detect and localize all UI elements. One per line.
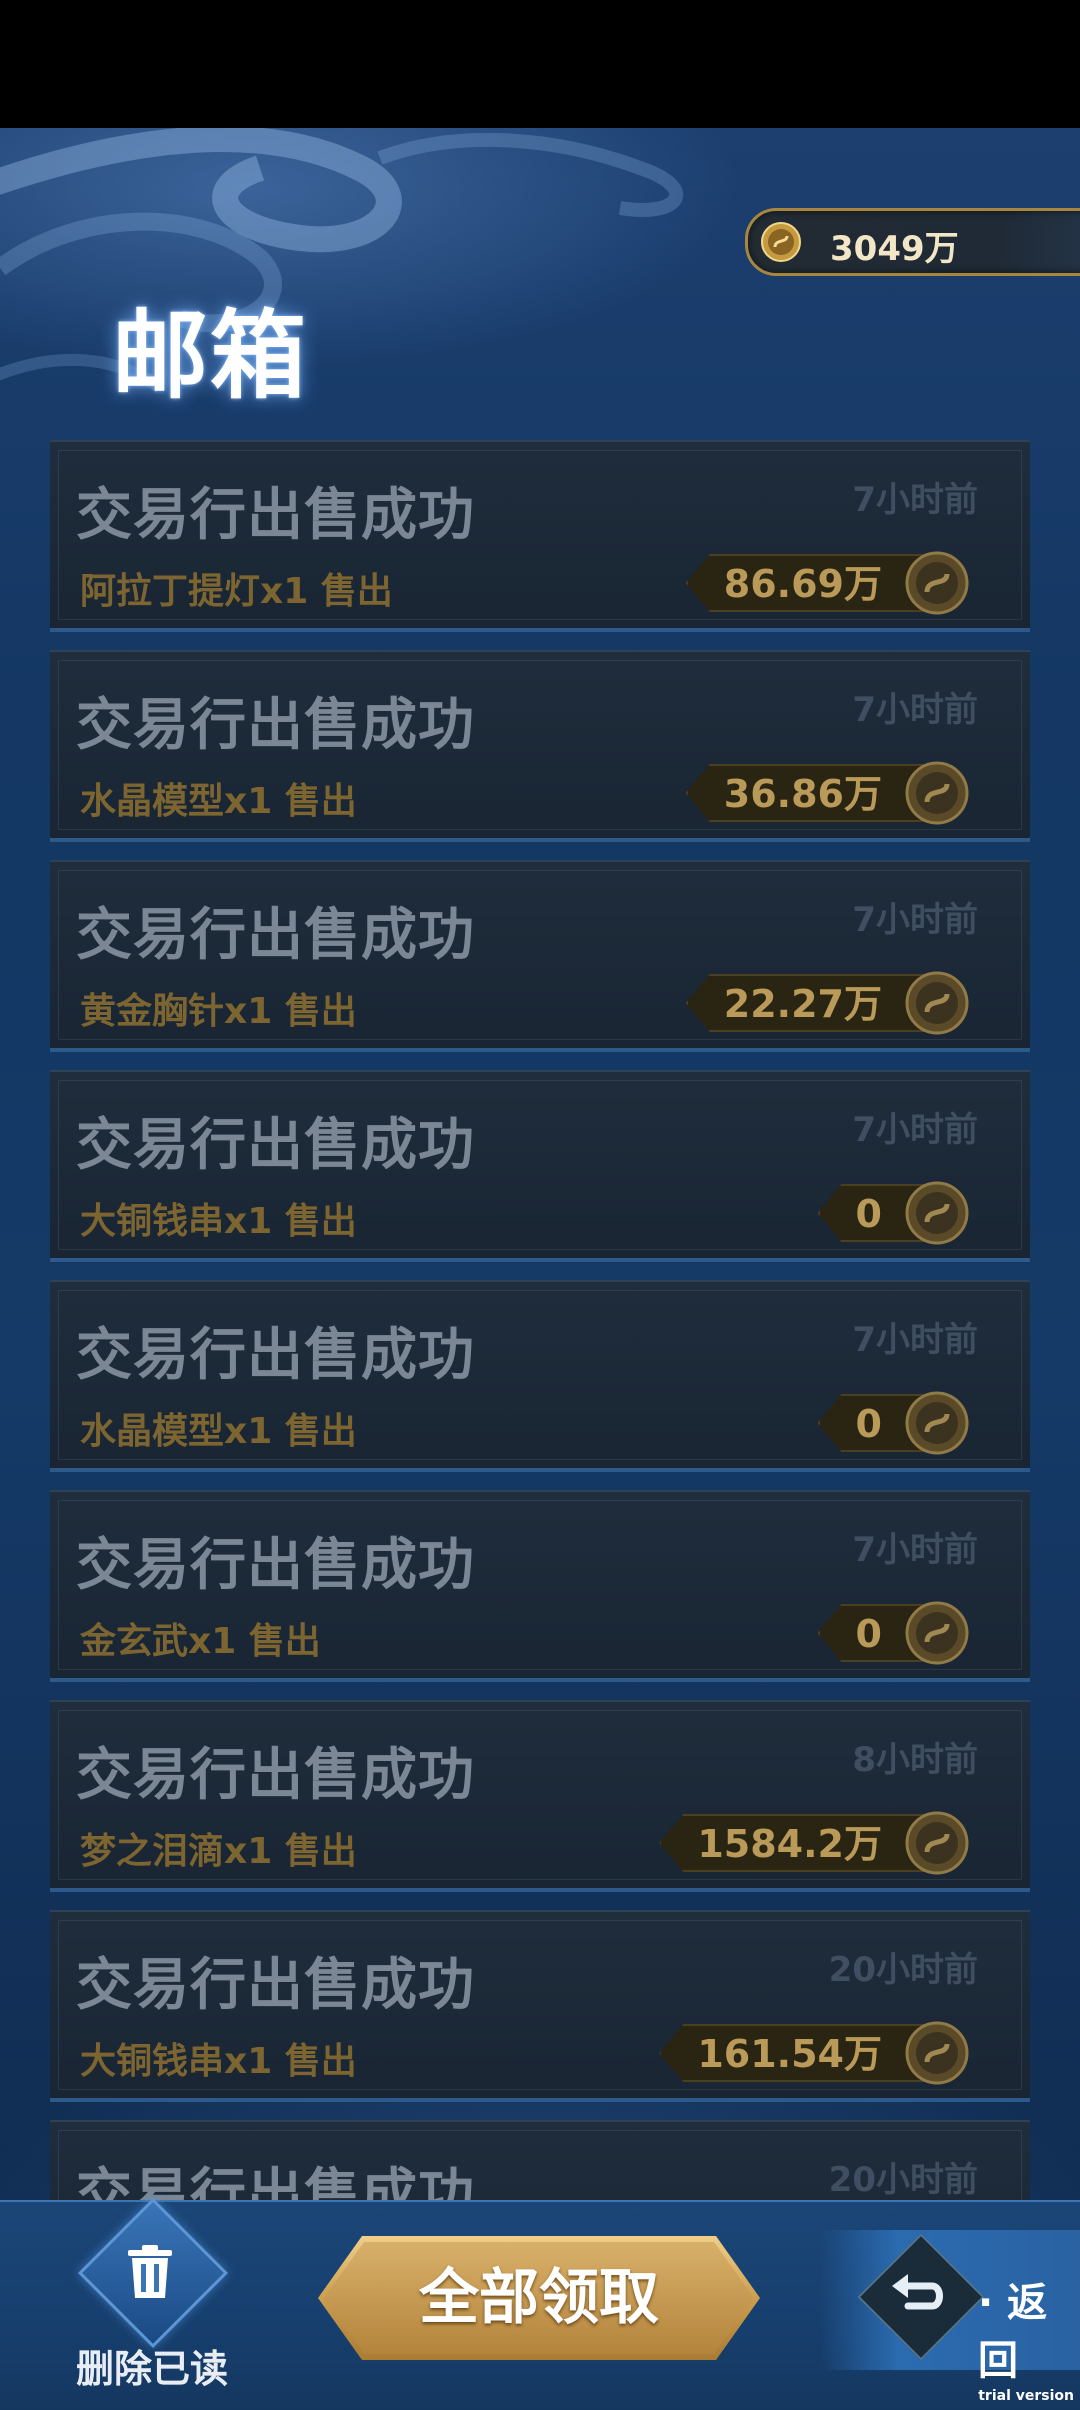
coin-icon (905, 761, 969, 825)
mail-time: 7小时前 (852, 900, 978, 940)
claim-all-button[interactable]: 全部领取 (318, 2236, 760, 2360)
mail-time: 7小时前 (852, 1530, 978, 1570)
mail-time: 20小时前 (828, 2160, 978, 2200)
mail-item[interactable]: 交易行出售成功 7小时前 黄金胸针x1 售出 22.27万 (50, 860, 1030, 1052)
mail-item[interactable]: 交易行出售成功 7小时前 大铜钱串x1 售出 0 (50, 1070, 1030, 1262)
mailbox-screen: 3049万 邮箱 交易行出售成功 7小时前 阿拉丁提灯x1 售出 86.69万 … (0, 128, 1080, 2408)
coin-icon (761, 222, 801, 262)
mail-subject: 交易行出售成功 (76, 1533, 475, 1598)
delete-read-button[interactable]: 删除已读 (60, 2198, 240, 2400)
page-title: 邮箱 (112, 300, 308, 412)
mail-time: 8小时前 (852, 1740, 978, 1780)
mail-subject: 交易行出售成功 (76, 1323, 475, 1388)
mail-item[interactable]: 交易行出售成功 7小时前 水晶模型x1 售出 0 (50, 1280, 1030, 1472)
mail-item[interactable]: 交易行出售成功 20小时前 大铜钱串x1 售出 161.54万 (50, 1910, 1030, 2102)
mail-subject: 交易行出售成功 (76, 1953, 475, 2018)
reward-amount: 1584.2万 (659, 1814, 940, 1872)
claim-all-label: 全部领取 (419, 2263, 659, 2333)
reward-amount: 22.27万 (685, 974, 940, 1032)
mail-description: 金玄武x1 售出 (80, 1621, 321, 1662)
return-arrow-icon (892, 2274, 943, 2310)
back-label: · 返回 (978, 2280, 1048, 2384)
currency-display: 3049万 (745, 208, 1080, 276)
mail-description: 黄金胸针x1 售出 (80, 991, 357, 1032)
back-button[interactable]: · 返回 (820, 2230, 1080, 2384)
coin-icon (905, 2021, 969, 2085)
delete-read-label: 删除已读 (76, 2347, 229, 2391)
mail-description: 大铜钱串x1 售出 (80, 2041, 357, 2082)
mail-item[interactable]: 交易行出售成功 7小时前 金玄武x1 售出 0 (50, 1490, 1030, 1682)
mail-subject: 交易行出售成功 (76, 1113, 475, 1178)
mail-item[interactable]: 交易行出售成功 7小时前 阿拉丁提灯x1 售出 86.69万 (50, 440, 1030, 632)
mail-subject: 交易行出售成功 (76, 903, 475, 968)
mail-item[interactable]: 交易行出售成功 7小时前 水晶模型x1 售出 36.86万 (50, 650, 1030, 842)
mail-time: 20小时前 (828, 1950, 978, 1990)
reward-amount: 161.54万 (659, 2024, 940, 2082)
mail-time: 7小时前 (852, 690, 978, 730)
coin-icon (905, 1601, 969, 1665)
mail-time: 7小时前 (852, 1110, 978, 1150)
mail-description: 水晶模型x1 售出 (80, 781, 357, 822)
coin-icon (905, 551, 969, 615)
status-bar (0, 0, 1080, 128)
mail-time: 7小时前 (852, 480, 978, 520)
coin-icon (905, 971, 969, 1035)
coin-icon (905, 1811, 969, 1875)
mail-description: 阿拉丁提灯x1 售出 (80, 571, 393, 612)
trash-icon (128, 2245, 172, 2298)
mail-description: 大铜钱串x1 售出 (80, 1201, 357, 1242)
mail-subject: 交易行出售成功 (76, 1743, 475, 1808)
trial-version-label: trial version (978, 2388, 1074, 2404)
mail-time: 7小时前 (852, 1320, 978, 1360)
mail-item[interactable]: 交易行出售成功 8小时前 梦之泪滴x1 售出 1584.2万 (50, 1700, 1030, 1892)
coin-icon (905, 1391, 969, 1455)
mail-description: 水晶模型x1 售出 (80, 1411, 357, 1452)
currency-amount: 3049万 (830, 229, 959, 269)
mail-subject: 交易行出售成功 (76, 483, 475, 548)
mail-description: 梦之泪滴x1 售出 (80, 1831, 357, 1872)
coin-icon (905, 1181, 969, 1245)
mail-list: 交易行出售成功 7小时前 阿拉丁提灯x1 售出 86.69万 交易行出售成功 7… (50, 440, 1030, 2328)
mail-subject: 交易行出售成功 (76, 693, 475, 758)
reward-amount: 36.86万 (685, 764, 940, 822)
reward-amount: 86.69万 (685, 554, 940, 612)
